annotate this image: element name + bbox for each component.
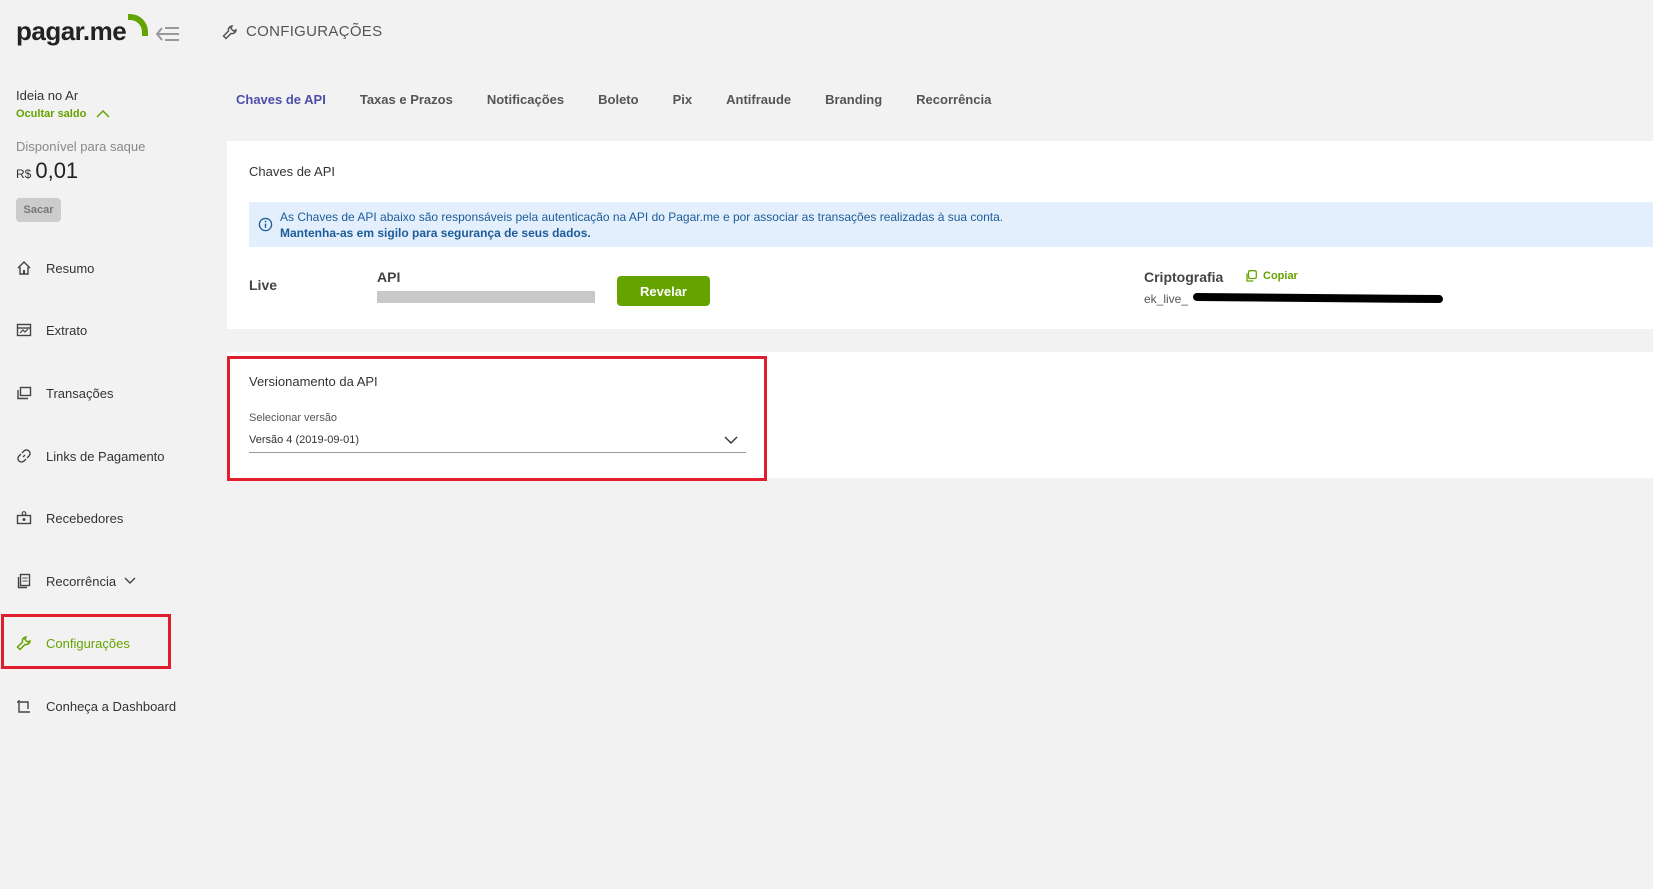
sidebar-item-resumo[interactable]: Resumo (16, 260, 94, 276)
sidebar-item-recebedores[interactable]: Recebedores (16, 510, 123, 526)
sidebar-item-label: Transações (46, 385, 114, 401)
chevron-up-icon (96, 110, 110, 118)
api-key-masked (377, 291, 595, 303)
sidebar-item-label: Resumo (46, 260, 95, 276)
api-keys-title: Chaves de API (249, 164, 335, 179)
info-banner: As Chaves de API abaixo são responsáveis… (249, 202, 1653, 247)
api-keys-card: Chaves de API As Chaves de API abaixo sã… (227, 141, 1653, 329)
hide-balance-label: Ocultar saldo (16, 108, 87, 120)
recurrence-icon (17, 573, 31, 589)
crypto-key-label: Criptografia (1144, 269, 1224, 285)
link-icon (17, 449, 31, 463)
sidebar-item-label: Recebedores (46, 510, 124, 526)
copy-icon (1246, 270, 1257, 282)
transactions-icon (17, 386, 32, 400)
account-name: Ideia no Ar (16, 88, 79, 103)
tab-pix[interactable]: Pix (673, 92, 693, 107)
active-item-highlight (1, 614, 171, 669)
tab-notificacoes[interactable]: Notificações (487, 92, 564, 107)
logo-text: pagar.me (16, 16, 127, 46)
tab-recorrencia[interactable]: Recorrência (916, 92, 991, 107)
tab-antifraude[interactable]: Antifraude (726, 92, 791, 107)
collapse-menu-icon[interactable] (156, 25, 180, 43)
wrench-icon (222, 24, 237, 40)
withdraw-button[interactable]: Sacar (16, 198, 61, 222)
api-key-label: API (377, 269, 401, 285)
sidebar-item-label: Links de Pagamento (46, 448, 165, 464)
tab-branding[interactable]: Branding (825, 92, 882, 107)
recipients-icon (16, 511, 32, 525)
settings-tabs: Chaves de API Taxas e Prazos Notificaçõe… (236, 92, 991, 107)
sidebar-item-label: Recorrência (46, 573, 117, 589)
environment-label: Live (249, 277, 278, 293)
sidebar-item-label: Conheça a Dashboard (46, 698, 177, 714)
page-title: CONFIGURAÇÕES (222, 23, 382, 40)
pagarme-logo[interactable]: pagar.me (16, 13, 149, 47)
reveal-button[interactable]: Revelar (617, 276, 710, 306)
currency-symbol: R$ (16, 167, 32, 181)
hide-balance-toggle[interactable]: Ocultar saldo (16, 108, 110, 120)
sidebar-item-conheca-dashboard[interactable]: Conheça a Dashboard (16, 698, 176, 714)
page-title-text: CONFIGURAÇÕES (246, 23, 383, 40)
redaction-mark (1192, 292, 1444, 304)
crypto-key-value: ek_live_ (1144, 292, 1189, 306)
info-text: As Chaves de API abaixo são responsáveis… (280, 210, 1004, 224)
versioning-highlight (227, 356, 767, 481)
available-balance-label: Disponível para saque (16, 139, 146, 154)
statement-icon (16, 323, 32, 337)
tab-boleto[interactable]: Boleto (598, 92, 638, 107)
sidebar-item-extrato[interactable]: Extrato (16, 322, 87, 338)
sidebar-item-label: Extrato (46, 322, 88, 338)
dashboard-tour-icon (17, 700, 30, 713)
sidebar-item-transacoes[interactable]: Transações (16, 385, 113, 401)
copy-button[interactable]: Copiar (1245, 270, 1298, 282)
copy-label: Copiar (1263, 270, 1298, 282)
chevron-down-icon (124, 577, 136, 584)
home-icon (17, 261, 31, 275)
balance-value: 0,01 (35, 158, 79, 183)
logo-arc-icon (128, 13, 149, 36)
sidebar-item-recorrencia[interactable]: Recorrência (16, 573, 136, 589)
info-icon (258, 217, 273, 232)
sidebar-item-links[interactable]: Links de Pagamento (16, 448, 165, 464)
info-bold-text: Mantenha-as em sigilo para segurança de … (280, 226, 591, 240)
tab-chaves-api[interactable]: Chaves de API (236, 92, 326, 107)
tab-taxas-prazos[interactable]: Taxas e Prazos (360, 92, 453, 107)
balance-amount: R$ 0,01 (16, 158, 78, 184)
